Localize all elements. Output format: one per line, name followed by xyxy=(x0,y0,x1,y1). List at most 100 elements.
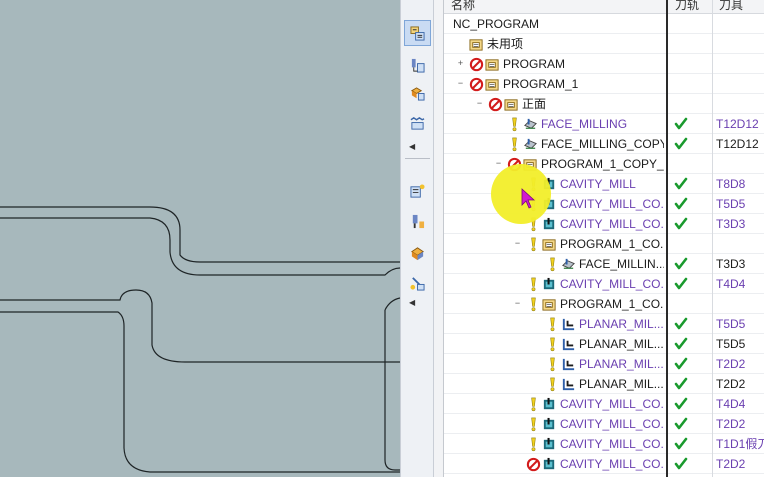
machine-tool-view-button[interactable] xyxy=(404,52,431,78)
tree-row[interactable]: CAVITY_MILL_CO... T1D1假刀 xyxy=(444,434,764,454)
toolpath-check-icon xyxy=(674,277,688,290)
program-group-icon xyxy=(542,238,556,251)
operation-name-cell[interactable]: CAVITY_MILL_CO... xyxy=(526,394,664,414)
tree-row[interactable]: − PROGRAM_1 xyxy=(444,74,764,94)
toolpath-check-icon xyxy=(674,417,688,430)
panel-splitter[interactable] xyxy=(434,0,444,477)
column-header-name[interactable]: 名称 xyxy=(444,0,668,14)
tree-row[interactable]: FACE_MILLIN... T3D3 xyxy=(444,254,764,274)
operation-name-cell[interactable]: PLANAR_MIL... xyxy=(545,354,664,374)
column-header-toolpath[interactable]: 刀轨 xyxy=(668,0,712,14)
operation-name-cell[interactable]: PROGRAM_1_CO... xyxy=(526,234,664,254)
tree-row[interactable]: CAVITY_MILL_CO... T3D3 xyxy=(444,214,764,234)
tree-row[interactable]: + PROGRAM xyxy=(444,54,764,74)
tree-row[interactable]: − PROGRAM_1_CO... xyxy=(444,294,764,314)
toolbar-overflow-arrow-icon[interactable]: ◀ xyxy=(409,298,415,307)
create-tool-button[interactable] xyxy=(404,208,431,234)
tree-row[interactable]: PLANAR_MIL... T2D2 xyxy=(444,374,764,394)
tree-row[interactable]: PLANAR_MIL... T5D5 xyxy=(444,314,764,334)
toolpath-check-icon xyxy=(674,137,688,150)
operation-name-cell[interactable]: PROGRAM_1_CO... xyxy=(526,294,664,314)
tool-name: T8D8 xyxy=(716,177,746,191)
collapse-toggle[interactable]: − xyxy=(475,99,484,108)
tree-row[interactable]: CAVITY_MILL_CO... T4D4 xyxy=(444,394,764,414)
tool-name: T2D2 xyxy=(716,377,746,391)
operation-name-cell[interactable]: PROGRAM_1 xyxy=(469,74,664,94)
operation-name-cell[interactable]: CAVITY_MILL_CO... xyxy=(526,434,664,454)
geometry-view-button[interactable] xyxy=(404,80,431,106)
tree-row[interactable]: FACE_MILLING_COPY T12D12 xyxy=(444,134,764,154)
operation-name: PROGRAM_1_COPY_2 xyxy=(541,157,664,171)
tree-row[interactable]: PLANAR_MIL... T2D2 xyxy=(444,354,764,374)
tree-row[interactable]: − PROGRAM_1_COPY_2 xyxy=(444,154,764,174)
tool-name: T4D4 xyxy=(716,277,746,291)
method-view-button[interactable] xyxy=(404,110,431,136)
collapse-toggle[interactable]: − xyxy=(513,299,522,308)
column-divider xyxy=(712,0,713,477)
operation-name-cell[interactable]: PLANAR_MIL... xyxy=(545,314,664,334)
tree-row[interactable]: CAVITY_MILL_CO... T4D4 xyxy=(444,274,764,294)
operation-name-cell[interactable]: PROGRAM xyxy=(469,54,664,74)
machine-tool-view-icon xyxy=(411,58,425,73)
cavity-mill-icon xyxy=(543,397,555,409)
operation-name-cell[interactable]: FACE_MILLIN... xyxy=(545,254,664,274)
program-order-view-button[interactable] xyxy=(404,20,431,46)
tool-name: T4D4 xyxy=(716,397,746,411)
operation-name-cell[interactable]: FACE_MILLING_COPY xyxy=(507,134,664,154)
operation-name: 未用项 xyxy=(487,37,524,51)
operation-name: PLANAR_MIL... xyxy=(579,337,664,351)
tree-row[interactable]: NC_PROGRAM xyxy=(444,14,764,34)
operation-name: CAVITY_MILL_CO... xyxy=(560,417,664,431)
tree-row[interactable]: − PROGRAM_1_CO... xyxy=(444,234,764,254)
create-program-icon xyxy=(410,183,425,198)
create-geometry-button[interactable] xyxy=(404,240,431,266)
graphics-viewport[interactable] xyxy=(0,0,400,477)
tree-row[interactable]: FACE_MILLING T12D12 xyxy=(444,114,764,134)
operation-name-cell[interactable]: CAVITY_MILL_CO... xyxy=(526,274,664,294)
tool-name: T1D1假刀 xyxy=(716,437,764,451)
operation-name-cell[interactable]: PLANAR_MIL... xyxy=(545,334,664,354)
planar-mill-icon xyxy=(562,378,575,390)
toolpath-check-icon xyxy=(674,357,688,370)
contour-right xyxy=(384,310,400,471)
operation-name-cell[interactable]: FACE_MILLING xyxy=(507,114,664,134)
toolpath-check-icon xyxy=(674,177,688,190)
expand-toggle[interactable]: + xyxy=(456,59,465,68)
operation-name-cell[interactable]: CAVITY_MILL_CO... xyxy=(526,414,664,434)
method-view-icon xyxy=(410,116,425,130)
operation-name-cell[interactable]: CAVITY_MILL_CO... xyxy=(526,454,664,474)
create-program-button[interactable] xyxy=(404,178,431,204)
column-divider xyxy=(666,0,668,477)
tree-row[interactable]: PLANAR_MIL... T5D5 xyxy=(444,334,764,354)
resource-toolbar: ◀ ◀ xyxy=(400,0,434,477)
collapse-toggle[interactable]: − xyxy=(513,239,522,248)
contour-pocket xyxy=(0,289,400,363)
operation-name-cell[interactable]: NC_PROGRAM xyxy=(450,14,664,34)
operation-name: CAVITY_MILL_CO... xyxy=(560,397,664,411)
toolbar-overflow-arrow-icon[interactable]: ◀ xyxy=(409,142,415,151)
operation-name-cell[interactable]: CAVITY_MILL_CO... xyxy=(526,214,664,234)
tree-row[interactable]: 未用项 xyxy=(444,34,764,54)
operation-name: NC_PROGRAM xyxy=(453,17,540,31)
create-method-button[interactable] xyxy=(404,270,431,296)
toolpath-check-icon xyxy=(674,457,688,470)
cavity-mill-icon xyxy=(543,457,555,469)
collapse-toggle[interactable]: − xyxy=(494,159,503,168)
cavity-mill-icon xyxy=(543,417,555,429)
column-header-tool[interactable]: 刀具 xyxy=(712,0,764,14)
tool-name: T2D2 xyxy=(716,417,746,431)
toolpath-check-icon xyxy=(674,217,688,230)
collapse-toggle[interactable]: − xyxy=(456,79,465,88)
operation-name-cell[interactable]: 正面 xyxy=(488,94,664,114)
operation-name-cell[interactable]: PLANAR_MIL... xyxy=(545,374,664,394)
operation-name: PLANAR_MIL... xyxy=(579,317,664,331)
tree-row[interactable]: − 正面 xyxy=(444,94,764,114)
mouse-cursor-icon xyxy=(521,188,536,209)
tree-row[interactable]: CAVITY_MILL_CO... T2D2 xyxy=(444,414,764,434)
program-group-icon xyxy=(504,98,518,111)
tree-row[interactable]: CAVITY_MILL_CO... T2D2 xyxy=(444,454,764,474)
warning-icon xyxy=(550,377,555,391)
tool-name: T2D2 xyxy=(716,457,746,471)
cavity-mill-icon xyxy=(543,217,555,229)
operation-name-cell[interactable]: 未用项 xyxy=(469,34,664,54)
